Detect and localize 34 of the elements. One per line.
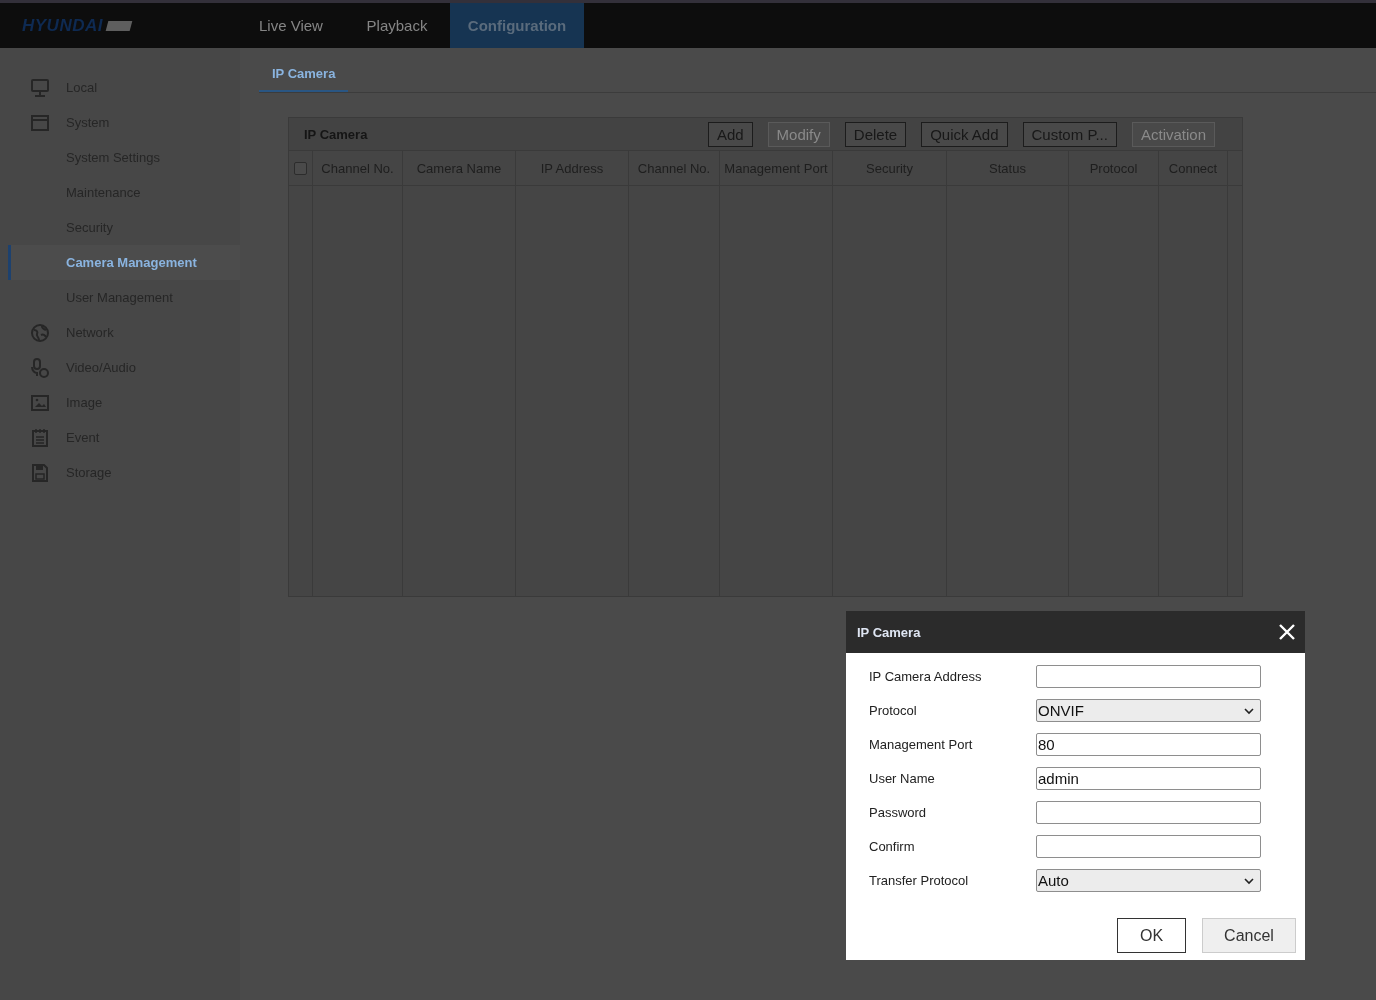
dropdown[interactable]: Auto: [1036, 869, 1261, 892]
cancel-button[interactable]: Cancel: [1202, 918, 1296, 953]
field-label: User Name: [869, 771, 936, 786]
logo: HYUNDAI: [22, 15, 103, 36]
field-label: Password: [869, 805, 928, 820]
tab[interactable]: IP Camera: [259, 48, 349, 92]
microphone-camera-icon: [30, 357, 50, 378]
globe-icon: [30, 322, 50, 343]
dialog-title: IP Camera: [857, 624, 921, 640]
nav-tab[interactable]: Live View: [238, 3, 344, 48]
field-label: Protocol: [869, 703, 918, 718]
select-all-checkbox[interactable]: [294, 161, 307, 175]
ok-button[interactable]: OK: [1117, 918, 1186, 953]
window-icon: [30, 112, 50, 133]
field-label: Confirm: [869, 839, 916, 854]
field-label: Management Port: [869, 737, 974, 752]
calendar-icon: [30, 427, 50, 448]
chevron-down-icon: [1244, 876, 1254, 885]
input-field[interactable]: 80: [1036, 733, 1261, 756]
dropdown[interactable]: ONVIF: [1036, 699, 1261, 722]
chevron-down-icon: [1244, 706, 1254, 715]
input-field[interactable]: [1036, 665, 1261, 688]
nav-tab[interactable]: Configuration: [450, 3, 584, 48]
nav-tab[interactable]: Playback: [344, 3, 450, 48]
field-label: IP Camera Address: [869, 669, 983, 684]
input-field[interactable]: admin: [1036, 767, 1261, 790]
image-icon: [30, 392, 50, 413]
logo-badge-icon: [105, 20, 133, 31]
password-field[interactable]: [1036, 835, 1261, 858]
sidebar-item[interactable]: Camera Management: [8, 245, 240, 280]
close-icon[interactable]: [1278, 623, 1296, 641]
monitor-icon: [30, 77, 50, 98]
password-field[interactable]: [1036, 801, 1261, 824]
field-label: Transfer Protocol: [869, 873, 970, 888]
